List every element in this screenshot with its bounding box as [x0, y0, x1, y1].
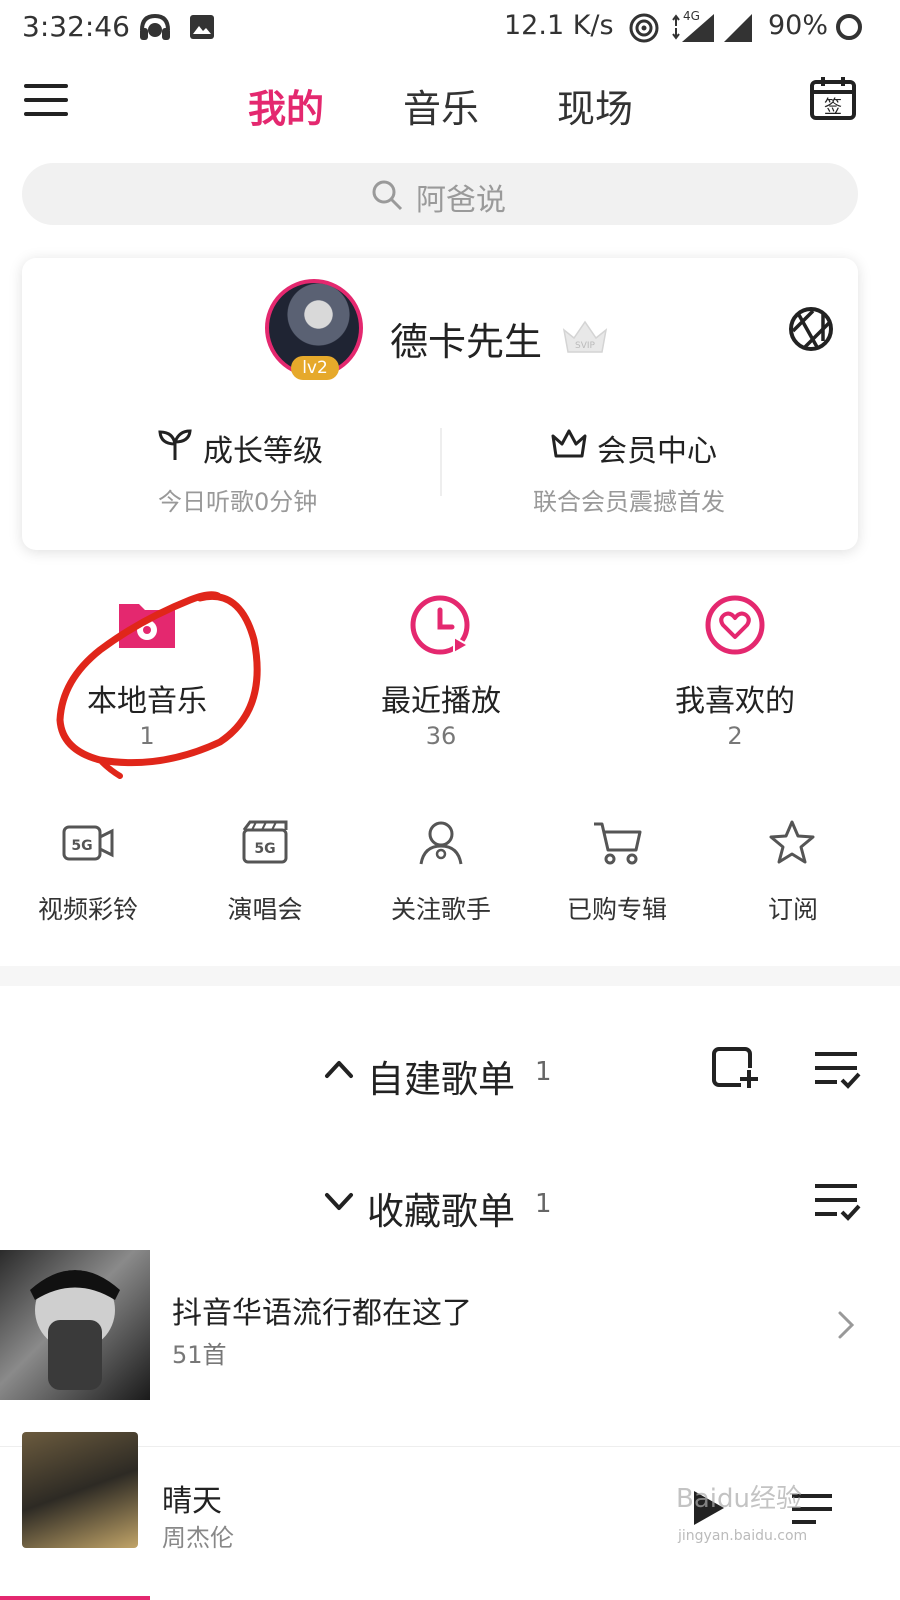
recent-play-label: 最近播放 [381, 684, 501, 719]
svip-crown-icon: SVIP [562, 320, 608, 353]
chevron-down-icon [325, 1193, 353, 1210]
collected-playlists-title: 收藏歌单 [367, 1190, 515, 1233]
cart-icon [594, 822, 642, 865]
favorites-count: 2 [727, 722, 743, 750]
manage-collected-icon[interactable] [813, 1182, 861, 1222]
tab-live[interactable]: 现场 [557, 78, 633, 133]
image-icon [190, 15, 214, 39]
5g-video-icon: 5G [62, 825, 114, 861]
chevron-up-icon [325, 1061, 353, 1078]
video-ringtone-label: 视频彩铃 [37, 895, 138, 924]
playlist-cover [0, 1250, 150, 1400]
search-placeholder: 阿爸说 [416, 183, 506, 218]
star-icon [769, 820, 815, 864]
level-badge: lv2 [291, 356, 339, 380]
member-center-title: 会员中心 [597, 434, 717, 469]
net-speed: 12.1 K/s [504, 10, 614, 41]
watermark: Baidu经验 [676, 1484, 802, 1514]
follow-singer-label: 关注歌手 [390, 895, 491, 924]
svg-text:5G: 5G [71, 838, 92, 854]
add-playlist-icon[interactable] [711, 1046, 759, 1090]
battery-level: 90% [768, 10, 829, 41]
svip-label: SVIP [575, 341, 596, 351]
status-time: 3:32:46 [22, 10, 130, 43]
chevron-right-icon [838, 1311, 855, 1339]
now-playing-title: 晴天 [162, 1484, 222, 1519]
subscription-label: 订阅 [767, 895, 818, 924]
checkin-calendar-icon[interactable]: 签 [810, 76, 856, 120]
battery-ring-icon [836, 14, 862, 40]
growth-level-title: 成长等级 [203, 434, 323, 469]
recent-play-count: 36 [425, 722, 457, 750]
crown-icon [551, 429, 587, 458]
created-playlists-count: 1 [535, 1057, 552, 1087]
member-center-subtitle: 联合会员震撼首发 [533, 488, 725, 516]
now-playing-artist: 周杰伦 [162, 1524, 234, 1552]
hotspot-icon [629, 13, 659, 43]
menu-icon[interactable] [24, 82, 68, 118]
collected-playlists-count: 1 [535, 1189, 552, 1219]
search-icon [372, 180, 403, 211]
tab-music[interactable]: 音乐 [403, 78, 479, 133]
annotation-circle [56, 591, 261, 779]
aperture-icon[interactable] [787, 305, 835, 353]
sprout-icon [158, 429, 192, 460]
username[interactable]: 德卡先生 [390, 311, 542, 366]
concert-label: 演唱会 [227, 895, 303, 924]
5g-clapper-icon: 5G [242, 820, 288, 864]
growth-level-subtitle: 今日听歌0分钟 [158, 488, 318, 516]
svg-text:5G: 5G [254, 841, 275, 857]
singer-icon [419, 821, 463, 865]
tab-mine[interactable]: 我的 [248, 78, 324, 133]
created-playlists-title: 自建歌单 [367, 1058, 515, 1101]
playback-progress [0, 1596, 150, 1600]
status-bar: 3:32:46 12.1 K/s 4G 90% [0, 0, 900, 56]
manage-list-icon[interactable] [813, 1050, 861, 1090]
signal-4g-icon [672, 14, 714, 42]
signal-icon [724, 14, 752, 42]
heart-circle-icon [705, 595, 765, 655]
svg-text:签: 签 [824, 97, 842, 118]
playlist-title: 抖音华语流行都在这了 [172, 1296, 472, 1331]
recent-play-clock-icon [410, 595, 471, 655]
watermark-url: jingyan.baidu.com [678, 1528, 808, 1544]
favorites-label: 我喜欢的 [675, 684, 795, 719]
card-divider [440, 428, 442, 496]
headset-icon [140, 13, 170, 40]
playlist-song-count: 51首 [172, 1341, 227, 1369]
purchased-albums-label: 已购专辑 [566, 895, 667, 924]
now-playing-cover[interactable] [22, 1432, 138, 1548]
section-separator [0, 966, 900, 986]
